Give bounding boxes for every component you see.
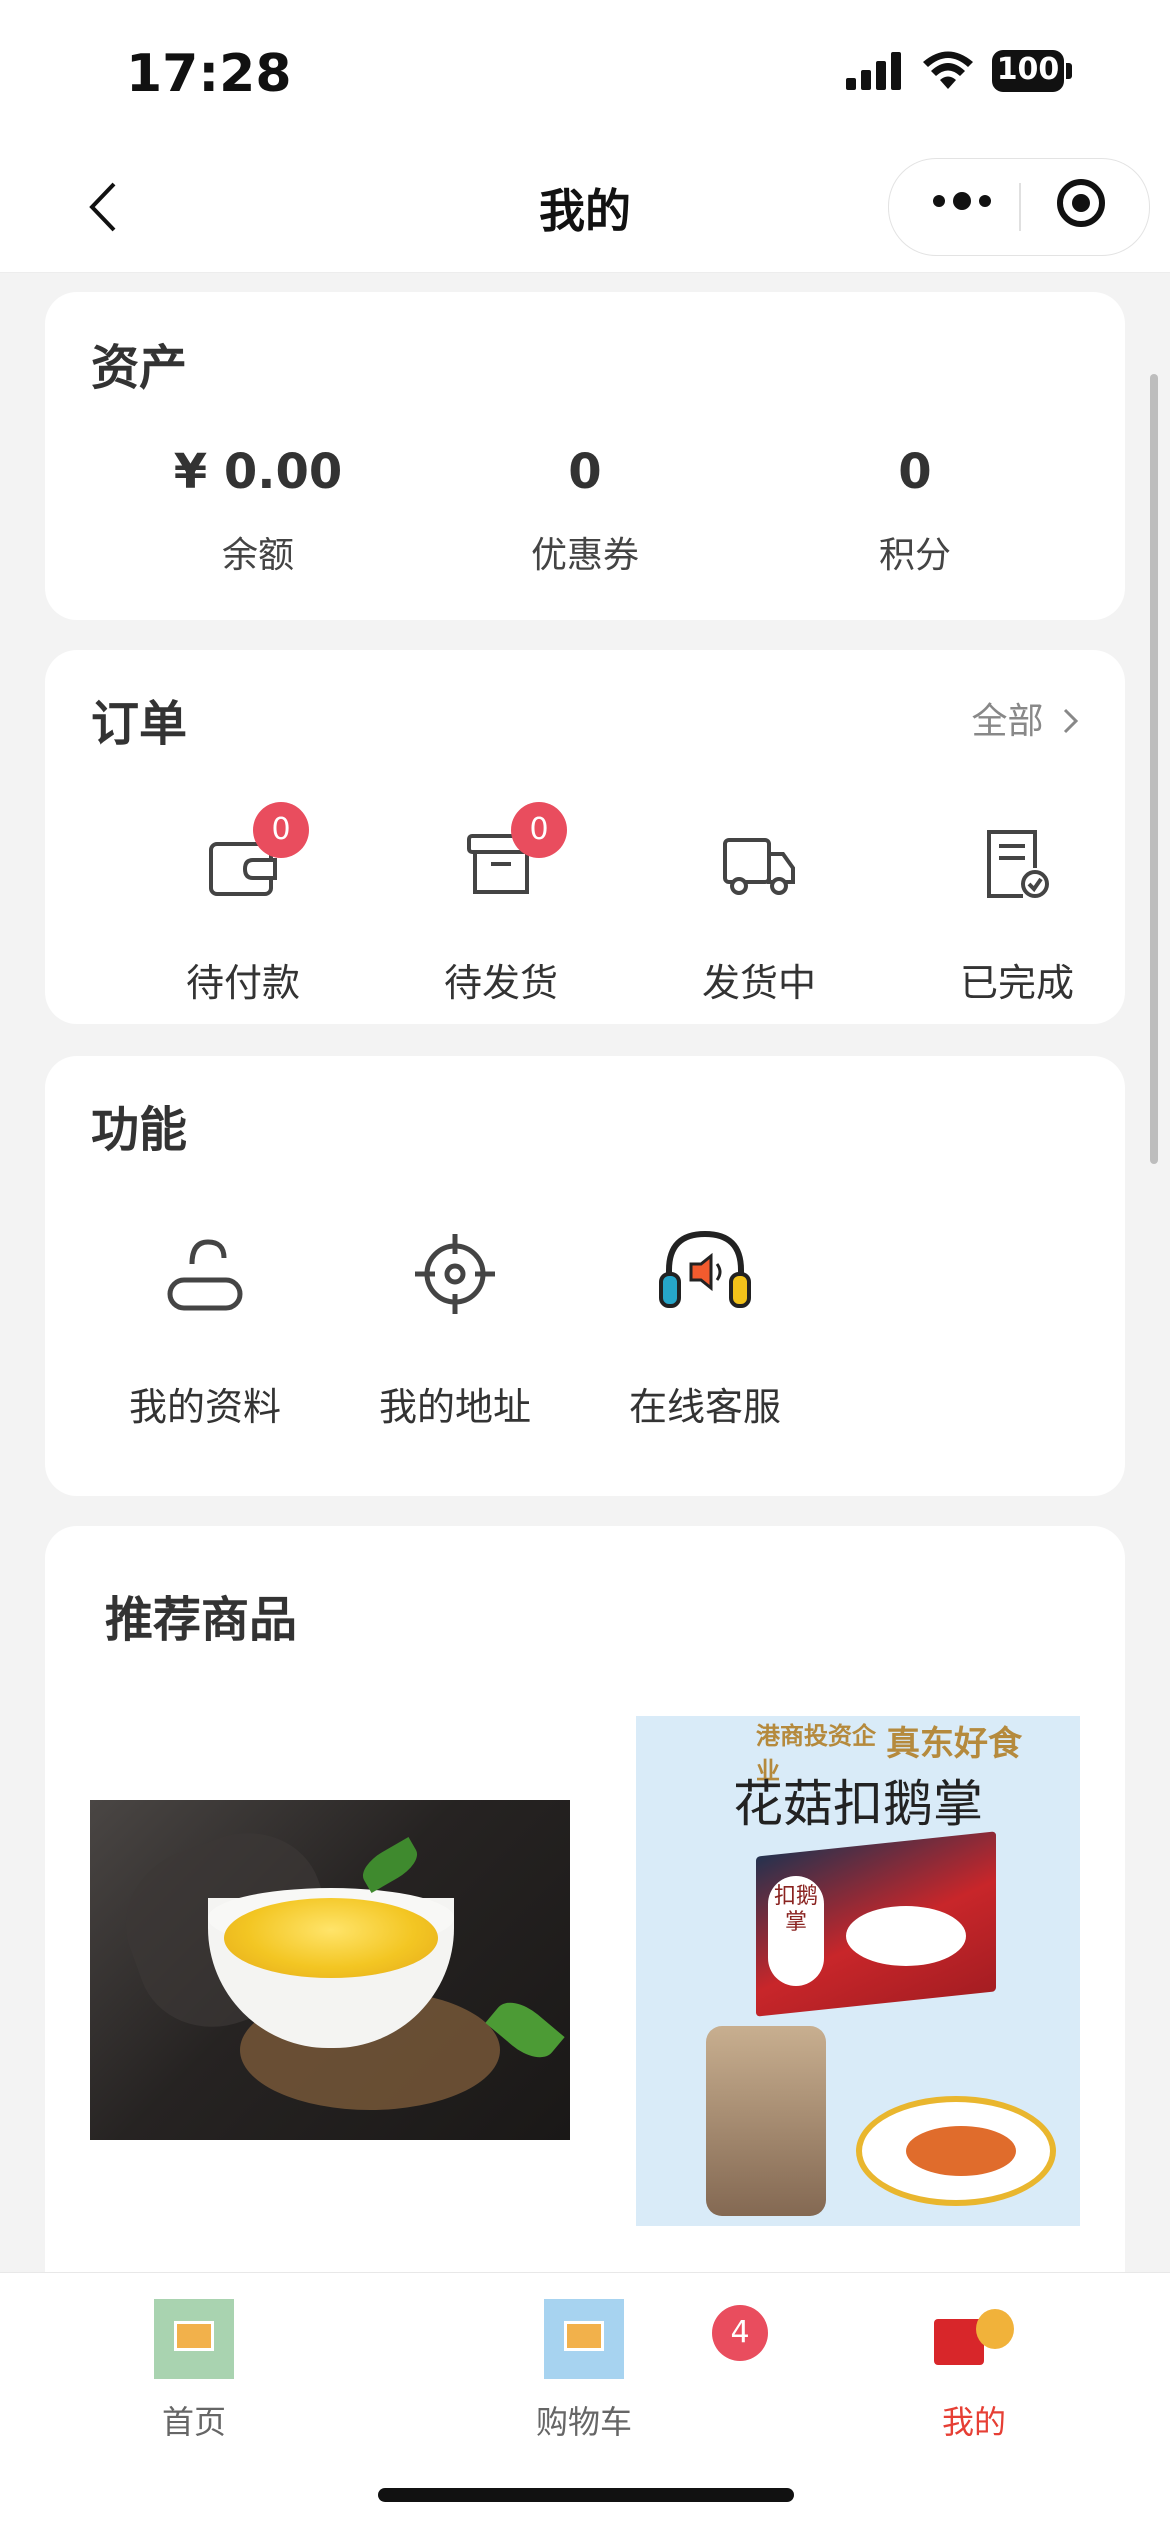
my-profile-item[interactable]: 我的资料: [95, 1226, 315, 1446]
capsule-divider: [1019, 183, 1021, 231]
pending-shipment-label: 待发货: [443, 961, 558, 1005]
completed-label: 已完成: [959, 961, 1074, 1005]
product-image-2[interactable]: 港商投资企业 真东好食 花菇扣鹅掌 扣鹅掌: [636, 1716, 1080, 2226]
functions-title: 功能: [91, 1102, 188, 1158]
my-address-item[interactable]: 我的地址: [345, 1226, 565, 1446]
top-bar: 17:28 100 我的: [0, 0, 1170, 273]
order-shipping[interactable]: 发货中: [659, 810, 859, 1010]
product-headline: 花菇扣鹅掌: [733, 1775, 983, 1833]
mine-tab-icon: [934, 2299, 1014, 2379]
all-orders-link[interactable]: 全部: [972, 692, 1081, 744]
order-completed[interactable]: 已完成: [917, 810, 1117, 1010]
pending-shipment-badge: 0: [511, 802, 567, 858]
tab-home-label: 首页: [161, 2403, 226, 2441]
tab-cart[interactable]: 购物车 4: [484, 2285, 768, 2445]
headset-icon: [659, 1230, 751, 1308]
product-image-1[interactable]: [90, 1800, 570, 2140]
status-icons: 100: [846, 50, 1074, 92]
assets-title: 资产: [91, 340, 188, 396]
tab-home[interactable]: 首页: [94, 2285, 294, 2445]
signal-icon: [846, 52, 901, 90]
pending-payment-badge: 0: [253, 802, 309, 858]
location-target-icon: [415, 1234, 495, 1314]
my-address-label: 我的地址: [378, 1385, 531, 1429]
box-plate: [846, 1906, 966, 1966]
balance-value[interactable]: ¥ 0.00: [148, 444, 368, 500]
all-orders-label: 全部: [971, 701, 1044, 742]
home-indicator: [378, 2488, 794, 2502]
checklist-icon: [987, 830, 1049, 898]
recommend-title: 推荐商品: [105, 1592, 298, 1648]
coupon-value[interactable]: 0: [475, 444, 695, 500]
cart-count-badge: 4: [712, 2305, 768, 2361]
orders-card: 订单 全部 0 待付款 0 待发货 发货中 已完成: [45, 650, 1125, 1024]
recommend-card: 推荐商品 港商投资企业 真东好食 花菇扣鹅掌 扣鹅掌: [45, 1526, 1125, 2326]
functions-card: 功能 我的资料 我的地址 在线客服: [45, 1056, 1125, 1496]
tab-mine-label: 我的: [941, 2403, 1006, 2441]
tab-cart-label: 购物车: [535, 2403, 632, 2441]
cart-tab-icon: [544, 2299, 624, 2379]
coupon-label: 优惠券: [530, 535, 639, 576]
truck-icon: [723, 838, 795, 895]
chevron-right-icon: [1063, 708, 1079, 734]
box-label: 扣鹅掌: [768, 1876, 824, 1986]
more-icon[interactable]: [933, 192, 991, 210]
mini-program-capsule: [888, 158, 1150, 256]
wifi-icon: [923, 51, 973, 89]
dish-on-plate: [906, 2126, 1016, 2176]
user-profile-icon: [167, 1239, 243, 1311]
order-pending-payment[interactable]: 0 待付款: [143, 802, 343, 1010]
points-value[interactable]: 0: [805, 444, 1025, 500]
battery-icon: 100: [992, 50, 1074, 92]
tab-mine[interactable]: 我的: [874, 2285, 1074, 2445]
order-pending-shipment[interactable]: 0 待发货: [401, 802, 601, 1010]
assets-card: 资产 ¥ 0.00 余额 0 优惠券 0 积分: [45, 292, 1125, 620]
product-tagline: 港商投资企业: [756, 1722, 876, 1785]
online-service-label: 在线客服: [628, 1385, 781, 1429]
balance-label: 余额: [221, 535, 294, 576]
online-service-item[interactable]: 在线客服: [595, 1226, 815, 1446]
my-profile-label: 我的资料: [128, 1385, 281, 1429]
orders-title: 订单: [91, 696, 188, 752]
shipping-label: 发货中: [701, 961, 816, 1005]
vacuum-pack: [706, 2026, 826, 2216]
points-label: 积分: [878, 535, 951, 576]
battery-level: 100: [996, 52, 1060, 87]
home-tab-icon: [154, 2299, 234, 2379]
product-brand: 真东好食: [886, 1724, 1022, 1764]
soup: [224, 1898, 438, 1978]
close-target-icon[interactable]: [1057, 179, 1105, 227]
pending-payment-label: 待付款: [185, 961, 300, 1005]
status-time: 17:28: [126, 44, 292, 104]
scrollbar[interactable]: [1150, 374, 1158, 1164]
